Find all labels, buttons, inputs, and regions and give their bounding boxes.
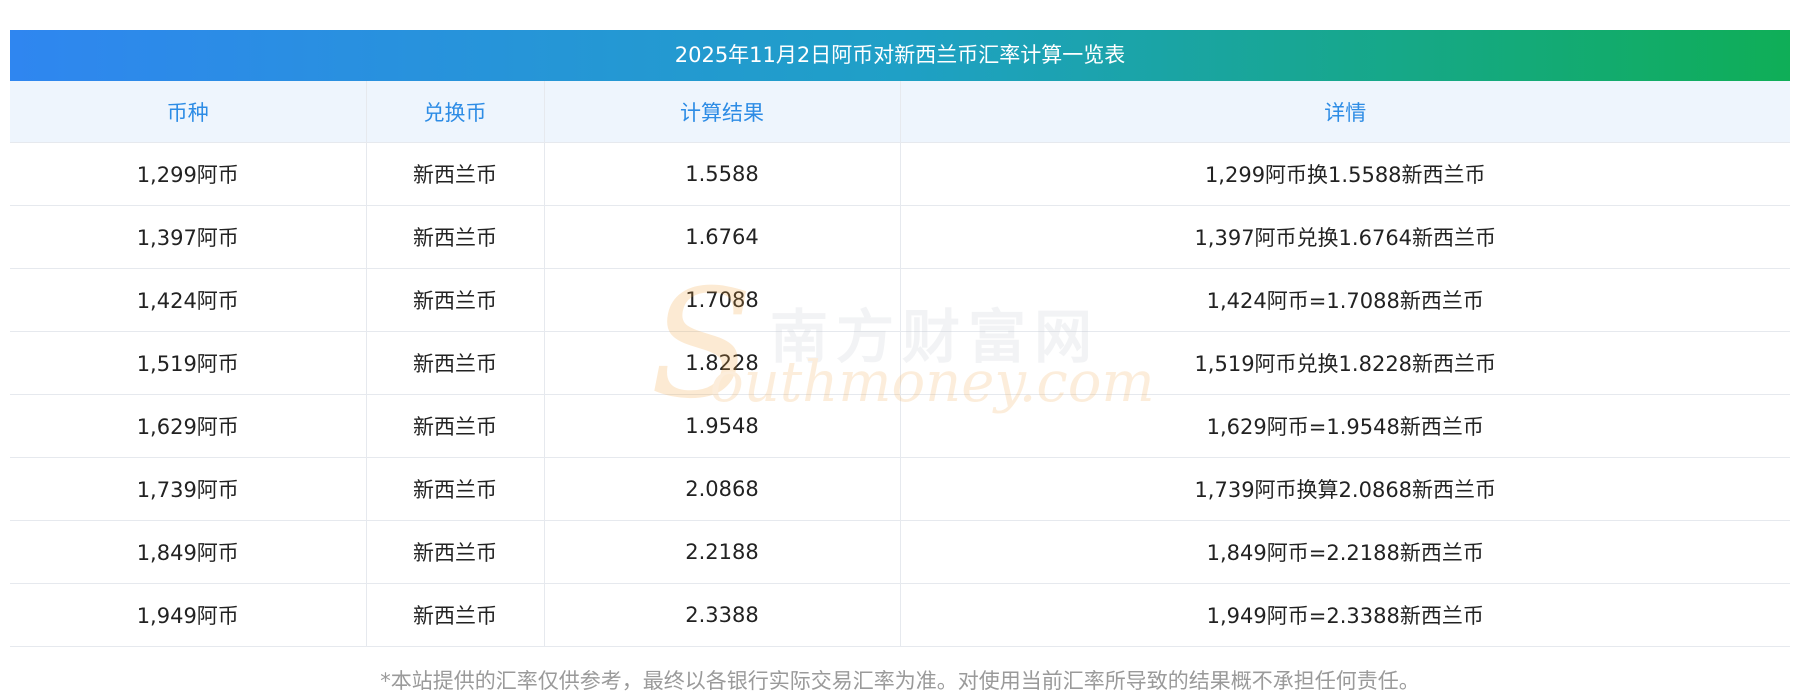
cell-target: 新西兰币: [366, 457, 545, 521]
cell-target: 新西兰币: [366, 205, 545, 269]
cell-result: 1.6764: [544, 205, 901, 269]
cell-amount: 1,739阿币: [10, 457, 367, 521]
table-row: 1,519阿币 新西兰币 1.8228 1,519阿币兑换1.8228新西兰币: [10, 331, 1790, 395]
cell-result: 2.3388: [544, 583, 901, 647]
cell-result: 2.2188: [544, 520, 901, 584]
disclaimer-note: *本站提供的汇率仅供参考，最终以各银行实际交易汇率为准。对使用当前汇率所导致的结…: [380, 669, 1420, 693]
cell-target: 新西兰币: [366, 394, 545, 458]
cell-result: 2.0868: [544, 457, 901, 521]
cell-result: 1.8228: [544, 331, 901, 395]
cell-detail: 1,397阿币兑换1.6764新西兰币: [900, 205, 1790, 269]
cell-target: 新西兰币: [366, 268, 545, 332]
cell-detail: 1,739阿币换算2.0868新西兰币: [900, 457, 1790, 521]
cell-amount: 1,849阿币: [10, 520, 367, 584]
cell-result: 1.9548: [544, 394, 901, 458]
cell-detail: 1,849阿币=2.2188新西兰币: [900, 520, 1790, 584]
cell-detail: 1,949阿币=2.3388新西兰币: [900, 583, 1790, 647]
cell-detail: 1,424阿币=1.7088新西兰币: [900, 268, 1790, 332]
cell-amount: 1,949阿币: [10, 583, 367, 647]
column-header-detail: 详情: [900, 81, 1790, 143]
column-header-result: 计算结果: [544, 81, 901, 143]
cell-detail: 1,519阿币兑换1.8228新西兰币: [900, 331, 1790, 395]
cell-target: 新西兰币: [366, 520, 545, 584]
cell-detail: 1,629阿币=1.9548新西兰币: [900, 394, 1790, 458]
table-row: 1,397阿币 新西兰币 1.6764 1,397阿币兑换1.6764新西兰币: [10, 205, 1790, 269]
cell-result: 1.7088: [544, 268, 901, 332]
table-row: 1,949阿币 新西兰币 2.3388 1,949阿币=2.3388新西兰币: [10, 583, 1790, 647]
cell-amount: 1,397阿币: [10, 205, 367, 269]
table-row: 1,299阿币 新西兰币 1.5588 1,299阿币换1.5588新西兰币: [10, 142, 1790, 206]
table-row: 1,629阿币 新西兰币 1.9548 1,629阿币=1.9548新西兰币: [10, 394, 1790, 458]
cell-amount: 1,629阿币: [10, 394, 367, 458]
column-header-currency: 币种: [10, 81, 367, 143]
rate-table-panel: 2025年11月2日阿币对新西兰币汇率计算一览表 币种 兑换币 计算结果 详情 …: [10, 30, 1790, 695]
table-row: 1,739阿币 新西兰币 2.0868 1,739阿币换算2.0868新西兰币: [10, 457, 1790, 521]
cell-amount: 1,299阿币: [10, 142, 367, 206]
column-header-target-currency: 兑换币: [366, 81, 545, 143]
cell-target: 新西兰币: [366, 142, 545, 206]
cell-target: 新西兰币: [366, 583, 545, 647]
cell-amount: 1,519阿币: [10, 331, 367, 395]
table-row: 1,849阿币 新西兰币 2.2188 1,849阿币=2.2188新西兰币: [10, 520, 1790, 584]
cell-detail: 1,299阿币换1.5588新西兰币: [900, 142, 1790, 206]
table-row: 1,424阿币 新西兰币 1.7088 1,424阿币=1.7088新西兰币: [10, 268, 1790, 332]
header-row: 币种 兑换币 计算结果 详情: [10, 81, 1790, 143]
cell-amount: 1,424阿币: [10, 268, 367, 332]
table-title: 2025年11月2日阿币对新西兰币汇率计算一览表: [10, 30, 1790, 81]
exchange-rate-table: 币种 兑换币 计算结果 详情 1,299阿币 新西兰币 1.5588 1,299…: [10, 81, 1790, 647]
cell-target: 新西兰币: [366, 331, 545, 395]
cell-result: 1.5588: [544, 142, 901, 206]
